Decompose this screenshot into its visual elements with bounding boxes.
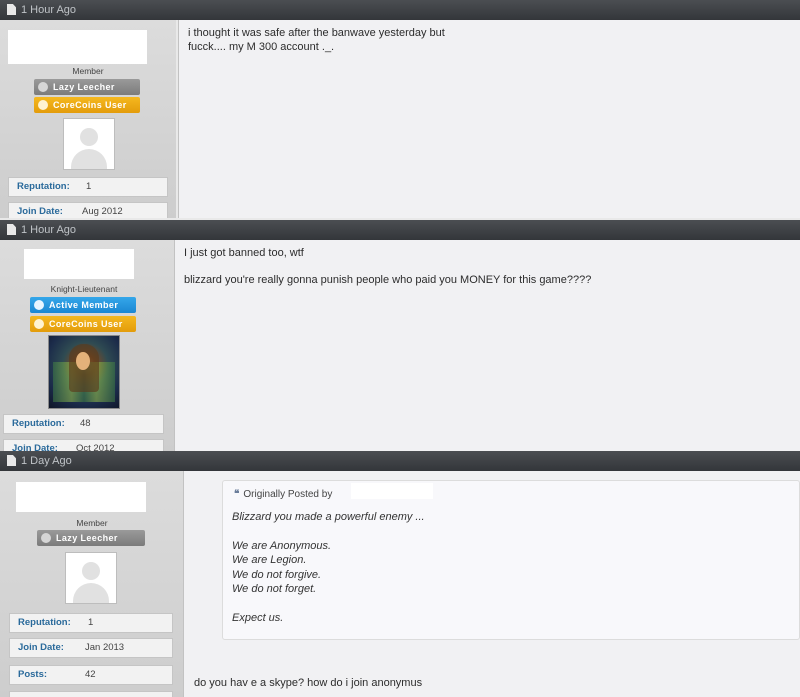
user-sidebar: Knight-Lieutenant Active Member CoreCoin… xyxy=(0,240,174,451)
badge-lazy-leecher: Lazy Leecher xyxy=(34,79,140,95)
badge-lazy-leecher: Lazy Leecher xyxy=(37,530,145,546)
coin-icon xyxy=(34,319,44,329)
redacted-quote-author xyxy=(351,483,433,499)
quote-header: ❝ Originally Posted by xyxy=(234,489,333,500)
badge-corecoins-user: CoreCoins User xyxy=(30,316,136,332)
user-sidebar: Member Lazy Leecher Reputation: 1 Join D… xyxy=(0,471,183,697)
coin-icon xyxy=(38,100,48,110)
reputation-stat: Reputation: 1 xyxy=(8,177,168,197)
post-header: 1 Hour Ago xyxy=(0,0,800,20)
user-rank: Knight-Lieutenant xyxy=(50,284,118,294)
join-date-stat: Join Date: Aug 2012 xyxy=(8,202,168,218)
post-time: 1 Hour Ago xyxy=(21,224,77,236)
post-message: I just got banned too, wtf blizzard you'… xyxy=(184,247,592,286)
user-sidebar: Member Lazy Leecher CoreCoins User Reput… xyxy=(0,20,176,218)
avatar[interactable] xyxy=(48,335,120,409)
next-stat xyxy=(9,691,173,697)
reputation-stat: Reputation: 48 xyxy=(3,414,164,434)
user-rank: Member xyxy=(76,518,108,528)
join-date-stat: Join Date: Jan 2013 xyxy=(9,638,173,658)
redacted-username xyxy=(24,249,134,279)
badge-active-member: Active Member xyxy=(30,297,136,313)
user-rank: Member xyxy=(72,66,104,76)
download-icon xyxy=(41,533,51,543)
download-icon xyxy=(38,82,48,92)
redacted-username xyxy=(8,30,147,64)
document-icon xyxy=(7,4,16,15)
post-header: 1 Day Ago xyxy=(0,451,800,471)
post-time: 1 Hour Ago xyxy=(21,4,77,16)
quote-text: Blizzard you made a powerful enemy ... W… xyxy=(232,511,425,624)
post-1: 1 Hour Ago Member Lazy Leecher CoreCoins… xyxy=(0,0,800,218)
post-message: i thought it was safe after the banwave … xyxy=(188,27,445,53)
post-time: 1 Day Ago xyxy=(21,455,72,467)
avatar[interactable] xyxy=(63,118,115,170)
join-date-stat: Join Date: Oct 2012 xyxy=(3,439,164,451)
document-icon xyxy=(7,455,16,466)
post-2: 1 Hour Ago Knight-Lieutenant Active Memb… xyxy=(0,220,800,451)
document-icon xyxy=(7,224,16,235)
post-message: do you hav e a skype? how do i join anon… xyxy=(194,677,423,689)
posts-stat: Posts: 42 xyxy=(9,665,173,685)
avatar[interactable] xyxy=(65,552,117,604)
reputation-stat: Reputation: 1 xyxy=(9,613,173,633)
post-header: 1 Hour Ago xyxy=(0,220,800,240)
post-content: i thought it was safe after the banwave … xyxy=(178,20,800,218)
lightbulb-icon xyxy=(34,300,44,310)
quote-block: ❝ Originally Posted by Blizzard you made … xyxy=(222,480,800,640)
post-content: I just got banned too, wtf blizzard you'… xyxy=(174,240,800,451)
redacted-username xyxy=(16,482,146,512)
badge-corecoins-user: CoreCoins User xyxy=(34,97,140,113)
quote-icon: ❝ xyxy=(234,489,240,500)
